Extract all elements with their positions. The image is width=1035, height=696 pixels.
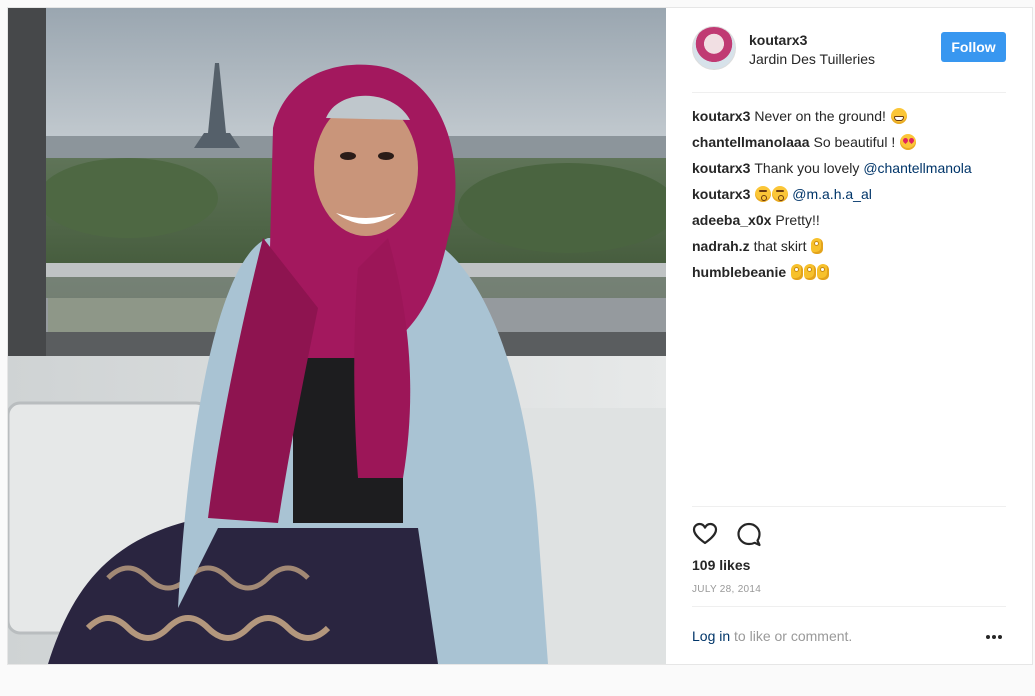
comment-text: Pretty!!: [775, 212, 820, 228]
list-item: humblebeanie: [692, 263, 1012, 289]
more-options-icon[interactable]: [984, 627, 1004, 647]
post-side-panel: koutarx3 Jardin Des Tuilleries Follow ko…: [666, 8, 1032, 664]
kiss-emoji-icon: [772, 186, 789, 202]
ok-hand-emoji-icon: [791, 264, 804, 280]
follow-button[interactable]: Follow: [941, 32, 1006, 62]
post-date[interactable]: JULY 28, 2014: [692, 584, 761, 595]
ok-hand-emoji-icon: [817, 264, 830, 280]
list-item: chantellmanolaaa So beautiful !: [692, 133, 1012, 159]
login-prompt: Log in to like or comment.: [692, 628, 852, 644]
comment-list: koutarx3 Never on the ground! chantellman…: [692, 107, 1012, 289]
comment-text: that skirt: [753, 238, 811, 254]
comment-username[interactable]: koutarx3: [692, 108, 750, 124]
post-photo[interactable]: [8, 8, 666, 664]
comment-text: Never on the ground!: [754, 108, 890, 124]
comment-text: So beautiful !: [813, 134, 900, 150]
comment-username[interactable]: chantellmanolaaa: [692, 134, 810, 150]
author-username[interactable]: koutarx3: [749, 32, 807, 48]
post-actions: 109 likes JULY 28, 2014: [692, 506, 1006, 617]
post-location[interactable]: Jardin Des Tuilleries: [749, 51, 875, 67]
avatar[interactable]: [692, 26, 736, 70]
heart-icon[interactable]: [692, 521, 718, 547]
post-footer: Log in to like or comment.: [692, 606, 1006, 663]
comment-text: Thank you lovely: [754, 160, 864, 176]
kiss-emoji-icon: [755, 186, 772, 202]
like-count[interactable]: 109 likes: [692, 557, 750, 573]
comment-username[interactable]: koutarx3: [692, 160, 750, 176]
post-card: koutarx3 Jardin Des Tuilleries Follow ko…: [7, 7, 1033, 665]
ok-hand-emoji-icon: [811, 238, 824, 254]
list-item: nadrah.z that skirt: [692, 237, 1012, 263]
list-item: koutarx3 Never on the ground!: [692, 107, 1012, 133]
login-link[interactable]: Log in: [692, 628, 730, 644]
comment-username[interactable]: nadrah.z: [692, 238, 750, 254]
post-header: koutarx3 Jardin Des Tuilleries Follow: [692, 26, 1006, 93]
ok-hand-emoji-icon: [804, 264, 817, 280]
comment-mention[interactable]: @chantellmanola: [863, 160, 971, 176]
photo-illustration: [8, 8, 666, 664]
heart-eyes-emoji-icon: [900, 134, 917, 150]
comment-mention[interactable]: @m.a.h.a_al: [792, 186, 872, 202]
list-item: koutarx3 @m.a.h.a_al: [692, 185, 1012, 211]
login-prompt-text: to like or comment.: [730, 628, 853, 644]
grin-emoji-icon: [890, 108, 907, 124]
comment-username[interactable]: adeeba_x0x: [692, 212, 771, 228]
list-item: adeeba_x0x Pretty!!: [692, 211, 1012, 237]
comment-bubble-icon[interactable]: [736, 521, 762, 547]
comment-username[interactable]: koutarx3: [692, 186, 750, 202]
list-item: koutarx3 Thank you lovely @chantellmanola: [692, 159, 1012, 185]
comment-username[interactable]: humblebeanie: [692, 264, 786, 280]
